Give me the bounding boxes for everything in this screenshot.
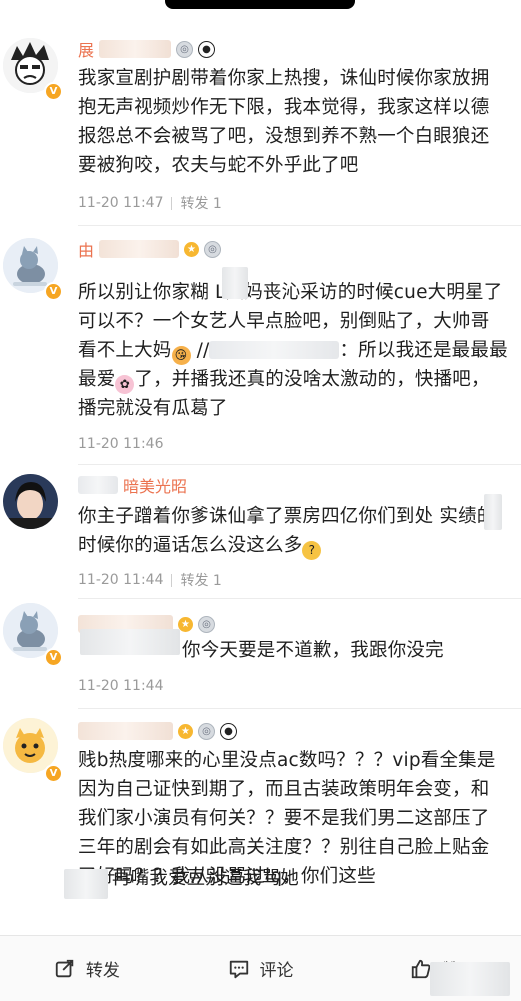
commenter-name[interactable]: 展 ◎ ● [78,38,216,60]
redaction-block [222,267,248,299]
divider [78,464,521,465]
comment-time: 11-20 11:47 [78,195,164,211]
repost-label: 转发 [85,961,120,981]
comment-time: 11-20 11:44 [78,678,164,694]
panda-icon: ● [198,40,216,58]
medal-icon: ◎ [204,240,222,258]
blurred-mention [209,341,340,359]
like-icon [411,959,431,978]
medal-icon: ★ [178,616,193,632]
comment-text-last-line: 再嘴我爱豆别逼我骂她 [112,868,300,889]
commenter-name[interactable]: 暗美光昭 [78,474,187,496]
panda-icon: ● [220,722,237,740]
avatar[interactable] [3,474,58,529]
redaction-block [80,629,180,655]
avatar-portrait-icon [3,474,58,529]
comment-button[interactable]: 评论 [174,956,348,981]
repost-button[interactable]: 转发 [0,956,174,981]
verified-badge-icon: V [44,282,63,301]
comment-text: 我家宣剧护剧带着你家上热搜，诛仙时候你家放拥抱无声视频炒作无下限，我本觉得，我家… [78,68,490,176]
medal-icon: ★ [178,723,193,739]
flower-emoji-icon: ✿ [115,375,135,394]
divider [78,708,521,709]
redaction-block [430,962,510,996]
comment-text-part: 你主子蹭着你爹诛仙拿了票房四亿你们到处 实绩的时候你的逼话怎么没这么多 [78,506,496,556]
blurred-name [99,240,180,258]
medal-icon: ◎ [198,722,215,740]
meta-separator [171,196,173,210]
comment-meta: 11-20 11:44 转发 1 [78,570,222,590]
divider [78,598,521,599]
comment-label: 评论 [259,961,294,981]
repost-count[interactable]: 转发 1 [180,193,221,213]
verified-badge-icon: V [44,82,63,101]
blurred-name [78,476,118,494]
comment-meta: 11-20 11:46 [78,436,163,452]
medal-icon: ◎ [176,40,194,58]
redaction-block [484,494,502,530]
comment-icon [229,960,248,978]
comment-time: 11-20 11:46 [78,436,164,452]
comment-text-part: 了，并播我还真的没啥太激动的，快播吧，播完就没有瓜葛了 [78,369,490,419]
medal-icon: ★ [184,241,200,257]
verified-badge-icon: V [44,648,63,667]
phone-notch [165,0,355,9]
repost-count[interactable]: 转发 1 [180,570,221,590]
commenter-name-text: 展 [78,41,95,60]
comment-text: 你主子蹭着你爹诛仙拿了票房四亿你们到处 实绩的时候你的逼话怎么没这么多? [78,502,508,560]
comment-text: 所以别让你家糊 L大妈丧沁采访的时候cue大明星了可以不？一个女艺人早点脸吧，别… [78,278,508,423]
verified-badge-icon: V [44,764,63,783]
commenter-name-text: 暗美光昭 [123,477,188,496]
meta-separator [171,573,173,587]
blurred-name [99,40,172,58]
medal-icon: ◎ [198,615,215,633]
blurred-name [78,722,173,740]
divider [78,225,521,226]
commenter-name-text: 由 [78,241,95,260]
comment-meta: 11-20 11:47 转发 1 [78,193,222,213]
repost-icon [55,959,74,977]
comment-text: 你今天要是不道歉，我跟你没完 [182,640,444,661]
commenter-name[interactable]: ★ ◎ ● [78,720,237,742]
repost-chain-marker: // [196,340,210,361]
redaction-block [64,869,108,899]
thinking-emoji-icon: ? [302,541,322,560]
comment-meta: 11-20 11:44 [78,678,163,694]
comment-time: 11-20 11:44 [78,572,164,588]
kiss-emoji-icon: 😘 [171,346,191,365]
commenter-name[interactable]: 由 ★ ◎ [78,238,222,260]
